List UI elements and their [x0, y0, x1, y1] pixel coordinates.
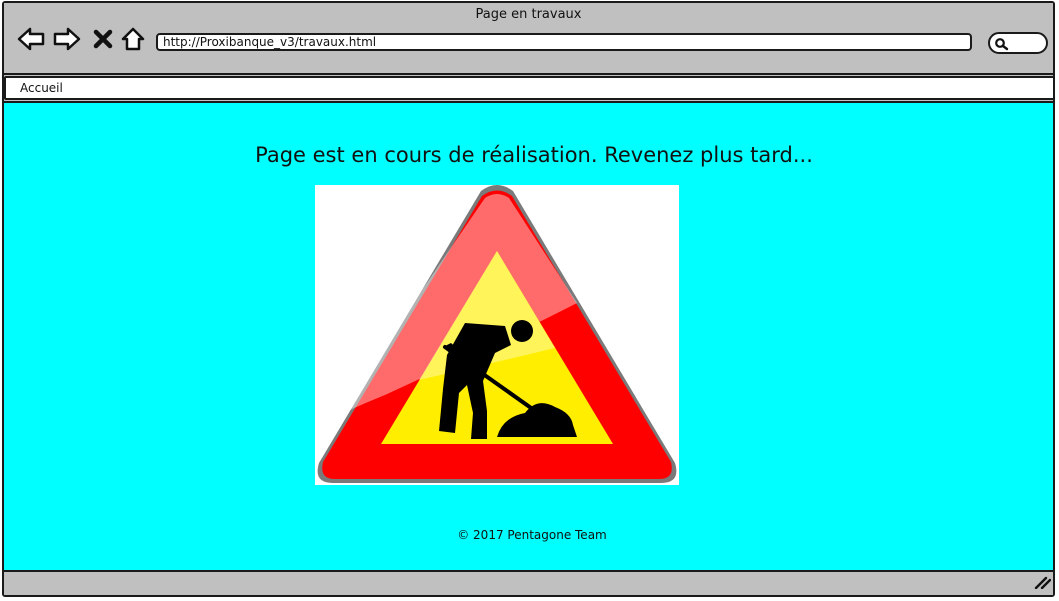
- window-title: Page en travaux: [475, 7, 582, 22]
- menu-item-accueil[interactable]: Accueil: [20, 81, 63, 95]
- status-bar: [4, 572, 1053, 595]
- roadwork-warning-sign-icon: [315, 185, 679, 485]
- menu-bar: Accueil: [4, 76, 1055, 100]
- search-icon: [995, 38, 1009, 51]
- page-message: Page est en cours de réalisation. Revene…: [255, 143, 813, 167]
- forward-arrow-icon[interactable]: [52, 25, 82, 53]
- resize-grip-icon[interactable]: [1033, 574, 1052, 593]
- browser-toolbar: Page en travaux http://Proxibanque_v3/tr…: [4, 3, 1053, 75]
- search-input[interactable]: [988, 32, 1048, 54]
- browser-window: Page en travaux http://Proxibanque_v3/tr…: [2, 1, 1055, 597]
- page-content: Page est en cours de réalisation. Revene…: [4, 101, 1053, 572]
- home-icon[interactable]: [118, 25, 148, 53]
- url-bar[interactable]: http://Proxibanque_v3/travaux.html: [156, 33, 972, 51]
- back-arrow-icon[interactable]: [16, 25, 46, 53]
- page-footer: © 2017 Pentagone Team: [457, 528, 607, 542]
- close-icon[interactable]: [88, 25, 118, 53]
